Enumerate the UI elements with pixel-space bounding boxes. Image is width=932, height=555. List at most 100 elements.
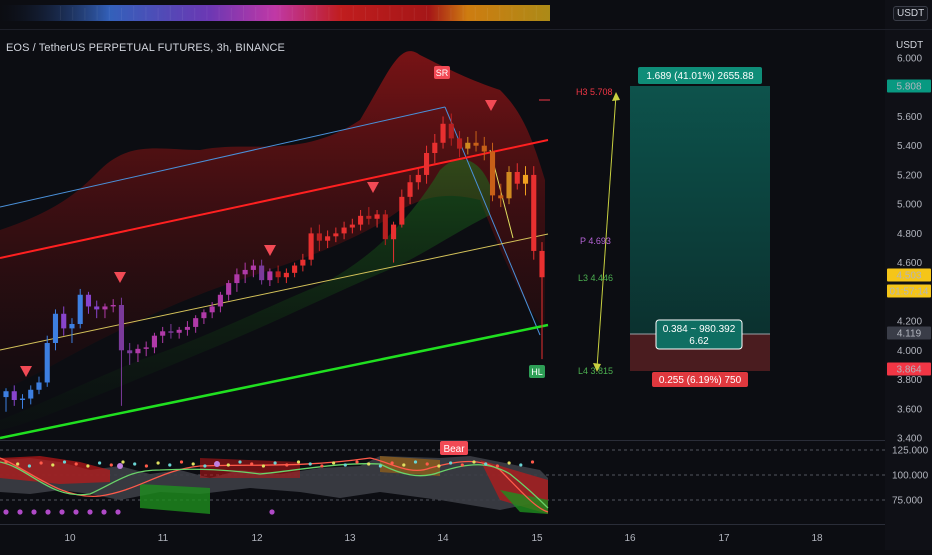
heat-strip-cell bbox=[291, 7, 293, 20]
heat-strip-cell bbox=[72, 7, 74, 20]
price-axis-tick: 3.400 bbox=[897, 434, 922, 445]
oscillator-dot bbox=[261, 464, 265, 468]
candle-body bbox=[209, 306, 215, 313]
time-axis-tick: 14 bbox=[437, 533, 449, 544]
oscillator-dot bbox=[51, 463, 55, 467]
sell-signal-badge-text: SR bbox=[436, 68, 449, 78]
time-axis-tick: 15 bbox=[531, 533, 543, 544]
oscillator-dot bbox=[86, 464, 90, 468]
price-axis-tick: 5.400 bbox=[897, 141, 922, 152]
bear-badge-text: Bear bbox=[443, 444, 465, 455]
candle-body bbox=[448, 123, 454, 139]
candle-body bbox=[259, 265, 265, 281]
time-axis-tick: 18 bbox=[811, 533, 823, 544]
oscillator-purple-dot bbox=[101, 509, 107, 515]
oscillator-dot bbox=[203, 464, 207, 468]
candle-body bbox=[19, 398, 26, 400]
heat-strip-cell bbox=[535, 6, 537, 20]
position-stop-label: 0.255 (6.19%) 750 bbox=[659, 375, 742, 386]
position-entry-label-line2: 6.62 bbox=[689, 336, 709, 347]
oscillator-dot bbox=[378, 464, 382, 468]
heat-strip-cell bbox=[157, 8, 159, 20]
oscillator-dot bbox=[519, 463, 523, 467]
oscillator-dot bbox=[238, 460, 242, 464]
oscillator-dot bbox=[39, 461, 43, 465]
pivot-level-label: L4 3.815 bbox=[578, 366, 613, 376]
price-chart[interactable]: H3 5.708 P 4.693 L3 4.446 L4 3.815 SR HL 1.6… bbox=[0, 0, 932, 550]
heat-strip-cell bbox=[426, 6, 427, 20]
heat-strip-cell bbox=[121, 8, 122, 20]
buy-signal-badge-text: HL bbox=[531, 367, 543, 377]
oscillator-dot bbox=[355, 460, 359, 464]
price-axis-tick: 6.000 bbox=[897, 54, 922, 65]
heat-strip-cell bbox=[377, 8, 379, 20]
candle-body bbox=[473, 142, 479, 146]
heat-strip-cell bbox=[230, 8, 232, 20]
oscillator-dot bbox=[530, 460, 535, 464]
candle-body bbox=[341, 227, 347, 234]
candle-body bbox=[77, 294, 83, 324]
price-axis-tick: 4.000 bbox=[897, 346, 922, 357]
time-axis-tick: 12 bbox=[251, 533, 263, 544]
oscillator-dot bbox=[109, 463, 113, 467]
oscillator-dot bbox=[367, 462, 371, 466]
chart-stage[interactable]: H3 5.708 P 4.693 L3 4.446 L4 3.815 SR HL 1.6… bbox=[0, 0, 932, 550]
candle-body bbox=[531, 174, 537, 251]
time-axis-tick: 10 bbox=[64, 533, 76, 544]
oscillator-pink-dot bbox=[214, 461, 220, 467]
candle-body bbox=[407, 182, 413, 197]
candle-body bbox=[440, 123, 446, 143]
oscillator-purple-dot bbox=[31, 509, 37, 515]
heat-strip-cell bbox=[511, 7, 513, 20]
candle-body bbox=[325, 236, 331, 241]
candle-body bbox=[366, 215, 372, 219]
heat-strip-cell bbox=[462, 6, 464, 20]
candle-body bbox=[11, 391, 17, 400]
candle-body bbox=[275, 271, 281, 278]
oscillator-purple-dot bbox=[59, 509, 65, 515]
heat-strip-cell bbox=[108, 7, 110, 20]
heat-strip-cell bbox=[145, 7, 147, 20]
candle-body bbox=[316, 233, 322, 241]
time-axis-tick: 11 bbox=[158, 533, 169, 544]
candle-body bbox=[127, 350, 133, 354]
pane-divider bbox=[0, 440, 885, 441]
pivot-level-label: H3 5.708 bbox=[576, 87, 613, 97]
oscillator-dot bbox=[121, 460, 125, 464]
candle-body bbox=[135, 348, 141, 354]
candle-body bbox=[176, 329, 182, 333]
candle-body bbox=[456, 138, 463, 149]
candle-body bbox=[143, 347, 149, 349]
pivot-level-label: L3 4.446 bbox=[578, 273, 613, 283]
candle-body bbox=[52, 313, 59, 343]
candle-body bbox=[333, 233, 339, 237]
oscillator-dot bbox=[273, 461, 277, 465]
price-tag-label: 01:57:14 bbox=[890, 287, 929, 298]
price-tag-label: 5.808 bbox=[896, 82, 921, 93]
oscillator-dot bbox=[156, 461, 160, 465]
oscillator-purple-dot bbox=[3, 509, 9, 515]
candle-body bbox=[94, 306, 100, 310]
price-axis-tick: 3.600 bbox=[897, 404, 922, 415]
oscillator-dot bbox=[320, 464, 324, 468]
heat-strip-cell bbox=[243, 6, 244, 20]
heat-strip-cell bbox=[365, 7, 366, 20]
oscillator-dot bbox=[285, 463, 289, 467]
candle-body bbox=[201, 312, 207, 319]
candle-body bbox=[267, 271, 273, 281]
oscillator-dot bbox=[226, 463, 230, 467]
heat-strip bbox=[0, 5, 550, 21]
candle-body bbox=[85, 294, 92, 307]
position-entry-label-line1: 0.384 ~ 980.392 bbox=[663, 324, 736, 335]
candle-body bbox=[423, 153, 430, 175]
candle-body bbox=[168, 331, 174, 333]
price-axis-tick: 4.200 bbox=[897, 317, 922, 328]
oscillator-axis-tick: 75.000 bbox=[892, 496, 923, 507]
oscillator-dot bbox=[472, 460, 476, 464]
heat-strip-cell bbox=[499, 6, 501, 20]
oscillator-dot bbox=[413, 460, 418, 464]
currency-selector-top[interactable]: USDT bbox=[893, 6, 929, 21]
oscillator-dot bbox=[62, 460, 67, 464]
oscillator-axis-tick: 125.000 bbox=[892, 446, 929, 457]
heat-strip-cell bbox=[279, 6, 281, 20]
